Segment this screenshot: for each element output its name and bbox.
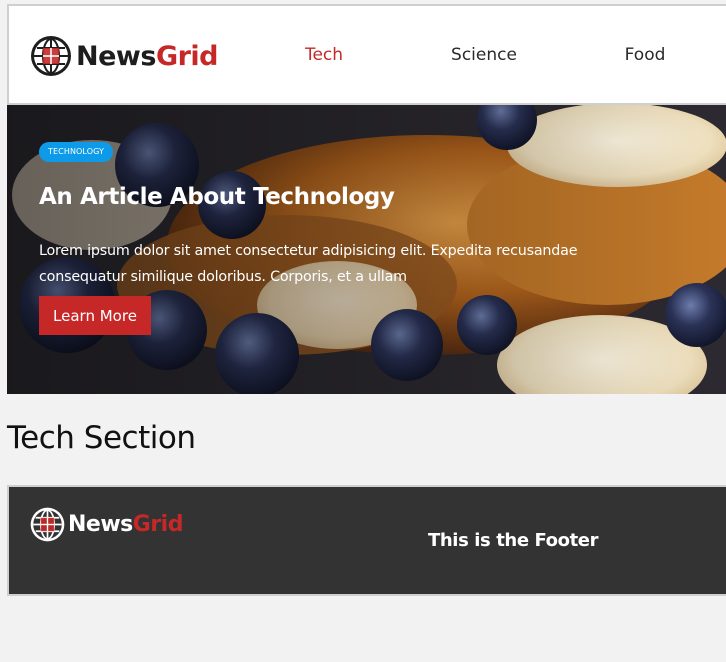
logo-word-news: News (76, 40, 156, 72)
footer-logo[interactable]: NewsGrid (29, 506, 183, 543)
footer-logo-text: NewsGrid (68, 512, 183, 537)
nav-food[interactable]: Food (625, 45, 666, 65)
logo-word-grid: Grid (155, 40, 219, 72)
logo-text: NewsGrid (76, 40, 219, 72)
category-badge[interactable]: TECHNOLOGY (39, 142, 113, 162)
hero-title: An Article About Technology (39, 184, 395, 210)
nav-tech[interactable]: Tech (305, 45, 343, 65)
hero-banner: TECHNOLOGY An Article About Technology L… (7, 105, 726, 394)
site-footer: NewsGrid This is the Footer (7, 485, 726, 596)
site-header: NewsGrid Tech Science Food (7, 4, 726, 105)
footer-logo-word-news: News (68, 512, 133, 537)
globe-icon (30, 507, 65, 542)
nav-science[interactable]: Science (451, 45, 517, 65)
footer-text: This is the Footer (428, 530, 599, 551)
section-title: Tech Section (7, 420, 196, 456)
footer-logo-word-grid: Grid (132, 512, 184, 537)
page: NewsGrid Tech Science Food TECHNOLOGY An… (0, 0, 726, 662)
learn-more-button[interactable]: Learn More (39, 296, 151, 335)
hero-excerpt: Lorem ipsum dolor sit amet consectetur a… (39, 243, 578, 285)
globe-icon (31, 36, 71, 76)
site-logo[interactable]: NewsGrid (29, 34, 219, 78)
